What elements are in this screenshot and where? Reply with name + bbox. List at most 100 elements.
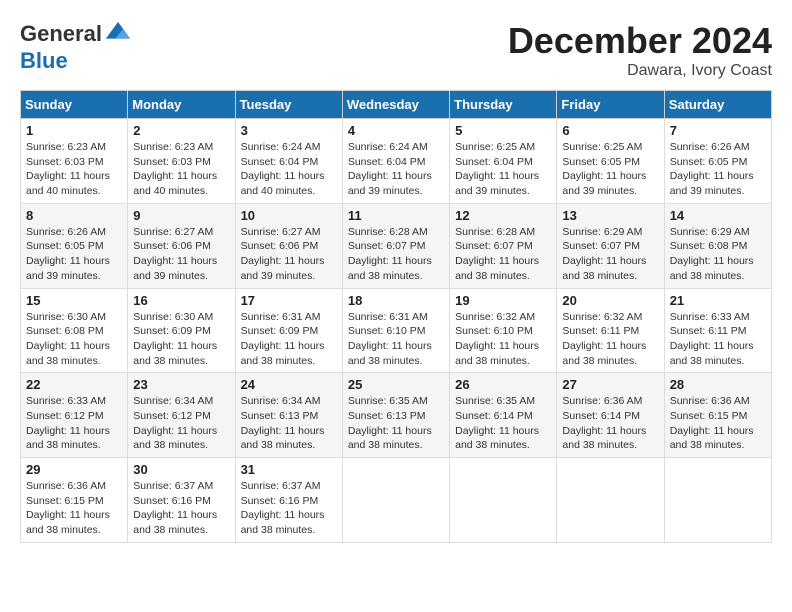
day-number: 3 xyxy=(241,123,337,138)
calendar-day-cell: 29 Sunrise: 6:36 AM Sunset: 6:15 PM Dayl… xyxy=(21,458,128,543)
day-info: Sunrise: 6:36 AM Sunset: 6:14 PM Dayligh… xyxy=(562,394,658,453)
location: Dawara, Ivory Coast xyxy=(508,62,772,80)
day-info: Sunrise: 6:33 AM Sunset: 6:11 PM Dayligh… xyxy=(670,310,766,369)
calendar-day-cell: 16 Sunrise: 6:30 AM Sunset: 6:09 PM Dayl… xyxy=(128,288,235,373)
calendar-day-cell: 3 Sunrise: 6:24 AM Sunset: 6:04 PM Dayli… xyxy=(235,119,342,204)
calendar-day-cell: 9 Sunrise: 6:27 AM Sunset: 6:06 PM Dayli… xyxy=(128,203,235,288)
day-info: Sunrise: 6:28 AM Sunset: 6:07 PM Dayligh… xyxy=(455,225,551,284)
day-info: Sunrise: 6:33 AM Sunset: 6:12 PM Dayligh… xyxy=(26,394,122,453)
day-of-week-header: Tuesday xyxy=(235,91,342,119)
day-number: 4 xyxy=(348,123,444,138)
calendar-day-cell: 8 Sunrise: 6:26 AM Sunset: 6:05 PM Dayli… xyxy=(21,203,128,288)
day-info: Sunrise: 6:29 AM Sunset: 6:08 PM Dayligh… xyxy=(670,225,766,284)
day-number: 31 xyxy=(241,462,337,477)
day-info: Sunrise: 6:32 AM Sunset: 6:11 PM Dayligh… xyxy=(562,310,658,369)
calendar-day-cell: 22 Sunrise: 6:33 AM Sunset: 6:12 PM Dayl… xyxy=(21,373,128,458)
day-of-week-header: Friday xyxy=(557,91,664,119)
calendar-day-cell: 1 Sunrise: 6:23 AM Sunset: 6:03 PM Dayli… xyxy=(21,119,128,204)
day-number: 27 xyxy=(562,377,658,392)
day-number: 21 xyxy=(670,293,766,308)
calendar-day-cell: 31 Sunrise: 6:37 AM Sunset: 6:16 PM Dayl… xyxy=(235,458,342,543)
day-number: 26 xyxy=(455,377,551,392)
day-info: Sunrise: 6:34 AM Sunset: 6:13 PM Dayligh… xyxy=(241,394,337,453)
day-number: 6 xyxy=(562,123,658,138)
day-info: Sunrise: 6:23 AM Sunset: 6:03 PM Dayligh… xyxy=(26,140,122,199)
day-info: Sunrise: 6:31 AM Sunset: 6:09 PM Dayligh… xyxy=(241,310,337,369)
calendar-day-cell xyxy=(557,458,664,543)
day-number: 25 xyxy=(348,377,444,392)
calendar-day-cell: 17 Sunrise: 6:31 AM Sunset: 6:09 PM Dayl… xyxy=(235,288,342,373)
calendar-day-cell: 7 Sunrise: 6:26 AM Sunset: 6:05 PM Dayli… xyxy=(664,119,771,204)
month-title: December 2024 xyxy=(508,20,772,62)
day-info: Sunrise: 6:29 AM Sunset: 6:07 PM Dayligh… xyxy=(562,225,658,284)
day-info: Sunrise: 6:34 AM Sunset: 6:12 PM Dayligh… xyxy=(133,394,229,453)
day-info: Sunrise: 6:28 AM Sunset: 6:07 PM Dayligh… xyxy=(348,225,444,284)
logo-icon xyxy=(104,20,132,48)
day-number: 18 xyxy=(348,293,444,308)
day-number: 11 xyxy=(348,208,444,223)
day-info: Sunrise: 6:26 AM Sunset: 6:05 PM Dayligh… xyxy=(26,225,122,284)
logo-general-text: General xyxy=(20,21,102,47)
calendar-day-cell: 13 Sunrise: 6:29 AM Sunset: 6:07 PM Dayl… xyxy=(557,203,664,288)
logo: General Blue xyxy=(20,20,132,74)
calendar-week-row: 29 Sunrise: 6:36 AM Sunset: 6:15 PM Dayl… xyxy=(21,458,772,543)
day-number: 30 xyxy=(133,462,229,477)
day-number: 23 xyxy=(133,377,229,392)
day-info: Sunrise: 6:31 AM Sunset: 6:10 PM Dayligh… xyxy=(348,310,444,369)
day-info: Sunrise: 6:37 AM Sunset: 6:16 PM Dayligh… xyxy=(133,479,229,538)
calendar-week-row: 1 Sunrise: 6:23 AM Sunset: 6:03 PM Dayli… xyxy=(21,119,772,204)
day-number: 28 xyxy=(670,377,766,392)
day-info: Sunrise: 6:30 AM Sunset: 6:09 PM Dayligh… xyxy=(133,310,229,369)
day-number: 29 xyxy=(26,462,122,477)
day-info: Sunrise: 6:37 AM Sunset: 6:16 PM Dayligh… xyxy=(241,479,337,538)
logo-blue-text: Blue xyxy=(20,48,68,73)
day-number: 19 xyxy=(455,293,551,308)
calendar-day-cell: 28 Sunrise: 6:36 AM Sunset: 6:15 PM Dayl… xyxy=(664,373,771,458)
calendar-week-row: 22 Sunrise: 6:33 AM Sunset: 6:12 PM Dayl… xyxy=(21,373,772,458)
day-number: 10 xyxy=(241,208,337,223)
calendar-table: SundayMondayTuesdayWednesdayThursdayFrid… xyxy=(20,90,772,543)
calendar-day-cell: 12 Sunrise: 6:28 AM Sunset: 6:07 PM Dayl… xyxy=(450,203,557,288)
day-info: Sunrise: 6:35 AM Sunset: 6:13 PM Dayligh… xyxy=(348,394,444,453)
calendar-day-cell: 10 Sunrise: 6:27 AM Sunset: 6:06 PM Dayl… xyxy=(235,203,342,288)
calendar-day-cell xyxy=(450,458,557,543)
day-number: 14 xyxy=(670,208,766,223)
day-info: Sunrise: 6:26 AM Sunset: 6:05 PM Dayligh… xyxy=(670,140,766,199)
day-info: Sunrise: 6:23 AM Sunset: 6:03 PM Dayligh… xyxy=(133,140,229,199)
day-info: Sunrise: 6:27 AM Sunset: 6:06 PM Dayligh… xyxy=(241,225,337,284)
calendar-day-cell: 25 Sunrise: 6:35 AM Sunset: 6:13 PM Dayl… xyxy=(342,373,449,458)
day-info: Sunrise: 6:25 AM Sunset: 6:05 PM Dayligh… xyxy=(562,140,658,199)
day-info: Sunrise: 6:30 AM Sunset: 6:08 PM Dayligh… xyxy=(26,310,122,369)
day-number: 22 xyxy=(26,377,122,392)
day-info: Sunrise: 6:25 AM Sunset: 6:04 PM Dayligh… xyxy=(455,140,551,199)
day-of-week-header: Saturday xyxy=(664,91,771,119)
calendar-header-row: SundayMondayTuesdayWednesdayThursdayFrid… xyxy=(21,91,772,119)
day-number: 8 xyxy=(26,208,122,223)
calendar-week-row: 8 Sunrise: 6:26 AM Sunset: 6:05 PM Dayli… xyxy=(21,203,772,288)
calendar-day-cell: 30 Sunrise: 6:37 AM Sunset: 6:16 PM Dayl… xyxy=(128,458,235,543)
day-info: Sunrise: 6:24 AM Sunset: 6:04 PM Dayligh… xyxy=(241,140,337,199)
calendar-day-cell: 11 Sunrise: 6:28 AM Sunset: 6:07 PM Dayl… xyxy=(342,203,449,288)
calendar-day-cell: 4 Sunrise: 6:24 AM Sunset: 6:04 PM Dayli… xyxy=(342,119,449,204)
calendar-day-cell: 6 Sunrise: 6:25 AM Sunset: 6:05 PM Dayli… xyxy=(557,119,664,204)
day-of-week-header: Sunday xyxy=(21,91,128,119)
calendar-day-cell: 24 Sunrise: 6:34 AM Sunset: 6:13 PM Dayl… xyxy=(235,373,342,458)
title-area: December 2024 Dawara, Ivory Coast xyxy=(508,20,772,80)
day-info: Sunrise: 6:36 AM Sunset: 6:15 PM Dayligh… xyxy=(26,479,122,538)
day-number: 5 xyxy=(455,123,551,138)
calendar-day-cell: 19 Sunrise: 6:32 AM Sunset: 6:10 PM Dayl… xyxy=(450,288,557,373)
day-number: 16 xyxy=(133,293,229,308)
calendar-day-cell xyxy=(342,458,449,543)
calendar-day-cell: 26 Sunrise: 6:35 AM Sunset: 6:14 PM Dayl… xyxy=(450,373,557,458)
day-info: Sunrise: 6:24 AM Sunset: 6:04 PM Dayligh… xyxy=(348,140,444,199)
day-info: Sunrise: 6:36 AM Sunset: 6:15 PM Dayligh… xyxy=(670,394,766,453)
calendar-day-cell: 27 Sunrise: 6:36 AM Sunset: 6:14 PM Dayl… xyxy=(557,373,664,458)
day-number: 9 xyxy=(133,208,229,223)
day-number: 20 xyxy=(562,293,658,308)
day-of-week-header: Monday xyxy=(128,91,235,119)
day-number: 1 xyxy=(26,123,122,138)
day-number: 17 xyxy=(241,293,337,308)
day-number: 15 xyxy=(26,293,122,308)
calendar-day-cell: 23 Sunrise: 6:34 AM Sunset: 6:12 PM Dayl… xyxy=(128,373,235,458)
calendar-day-cell: 5 Sunrise: 6:25 AM Sunset: 6:04 PM Dayli… xyxy=(450,119,557,204)
